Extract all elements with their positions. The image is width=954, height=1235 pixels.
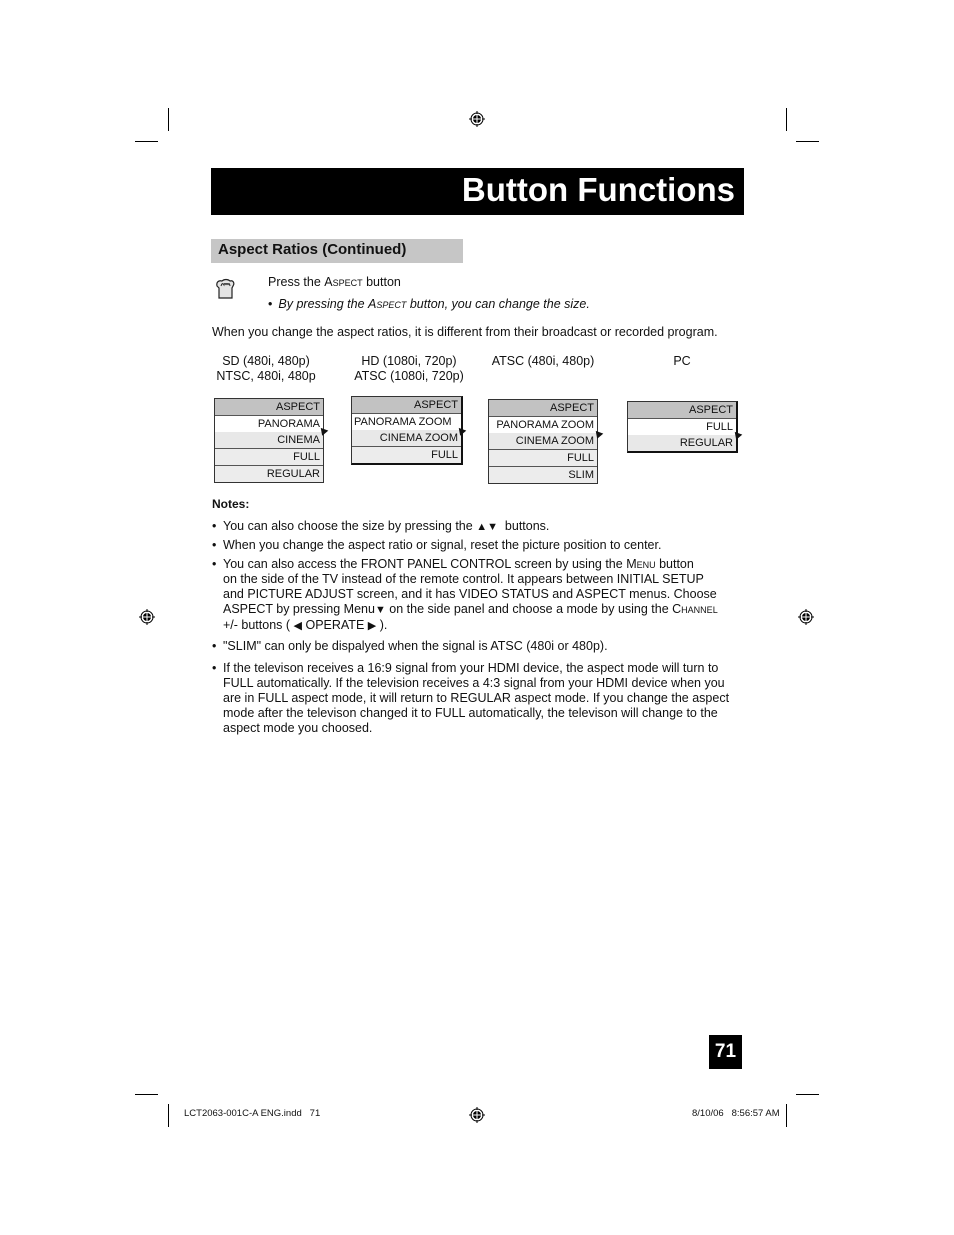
hand-press-icon (216, 278, 235, 299)
menu-item[interactable]: PANORAMA (215, 415, 323, 432)
crop-mark (786, 1104, 787, 1127)
aspect-menu-hd: ASPECT PANORAMA ZOOM CINEMA ZOOM FULL (351, 396, 463, 465)
page-title-bar: Button Functions (211, 168, 744, 215)
aspect-button-label: Aspect (324, 275, 363, 289)
menu-header: ASPECT (215, 399, 323, 415)
intro-paragraph: When you change the aspect ratios, it is… (212, 325, 718, 339)
press-suffix: button (362, 275, 401, 289)
caption-line: ATSC (1080i, 720p) (354, 369, 464, 383)
note-text: ASPECT by pressing Menu (223, 602, 375, 616)
note-text: aspect mode you choosed. (223, 721, 373, 735)
page-number: 71 (709, 1035, 742, 1069)
bullet: • (212, 519, 217, 533)
sub-prefix: By pressing the (278, 297, 369, 311)
note-text: mode after the televison changed it to F… (223, 706, 718, 720)
aspect-menu-pc: ASPECT FULL REGULAR (627, 401, 738, 453)
aspect-menu-atsc: ASPECT PANORAMA ZOOM CINEMA ZOOM FULL SL… (488, 399, 598, 484)
crop-mark (796, 1094, 819, 1095)
section-header: Aspect Ratios (Continued) (211, 239, 463, 263)
bullet: • (212, 661, 217, 675)
up-down-arrows-icon: ▲▼ (476, 521, 498, 533)
crop-mark (168, 108, 169, 131)
menu-item[interactable]: CINEMA (215, 432, 323, 448)
channel-button-label: Channel (672, 602, 718, 616)
caption-line: ATSC (480i, 480p) (491, 354, 595, 368)
note-text: and PICTURE ADJUST screen, and it has VI… (223, 587, 717, 601)
caption-line: SD (480i, 480p) (222, 354, 310, 368)
footer-filename: LCT2063-001C-A ENG.indd 71 (184, 1108, 321, 1119)
menu-caption-hd: HD (1080i, 720p) ATSC (1080i, 720p) (344, 354, 474, 384)
note-text: are in FULL aspect mode, it will return … (223, 691, 730, 705)
registration-mark-icon (798, 609, 814, 625)
bullet: • (212, 538, 217, 552)
menu-item[interactable]: PANORAMA ZOOM (352, 413, 461, 430)
page-title: Button Functions (461, 171, 735, 208)
menu-item[interactable]: REGULAR (215, 465, 323, 482)
menu-header: ASPECT (489, 400, 597, 416)
press-prefix: Press the (268, 275, 325, 289)
registration-mark-icon (139, 609, 155, 625)
notes-title: Notes: (212, 497, 250, 511)
registration-mark-icon (469, 1107, 485, 1123)
menu-item[interactable]: PANORAMA ZOOM (489, 416, 597, 433)
note-text: button (655, 557, 694, 571)
bullet: • (268, 297, 273, 311)
note-text: "SLIM" can only be dispalyed when the si… (223, 639, 608, 653)
down-arrow-icon: ▼ (374, 604, 386, 616)
note-text: on the side panel and choose a mode by u… (385, 602, 673, 616)
note-text: You can also choose the size by pressing… (223, 519, 477, 533)
crop-mark (796, 141, 819, 142)
aspect-button-label: Aspect (368, 297, 407, 311)
menu-header: ASPECT (352, 397, 461, 413)
aspect-menu-sd: ASPECT PANORAMA CINEMA FULL REGULAR (214, 398, 324, 483)
crop-mark (135, 141, 158, 142)
note-text: +/- buttons ( (223, 618, 294, 632)
press-instruction: Press the Aspect button (268, 275, 401, 289)
note-text: You can also access the FRONT PANEL CONT… (223, 557, 627, 571)
left-arrow-icon: ◀ (293, 620, 302, 632)
menu-caption-pc: PC (662, 354, 702, 369)
right-arrow-icon: ▶ (367, 620, 377, 632)
crop-mark (135, 1094, 158, 1095)
menu-item[interactable]: CINEMA ZOOM (352, 430, 461, 446)
note-text: FULL automatically. If the television re… (223, 676, 725, 690)
bullet: • (212, 557, 217, 571)
note-text: on the side of the TV instead of the rem… (223, 572, 704, 586)
note-text: When you change the aspect ratio or sign… (223, 538, 662, 552)
caption-line: NTSC, 480i, 480p (216, 369, 316, 383)
footer-timestamp: 8/10/06 8:56:57 AM (692, 1108, 780, 1119)
bullet: • (212, 639, 217, 653)
menu-item[interactable]: FULL (352, 446, 461, 463)
menu-item[interactable]: CINEMA ZOOM (489, 433, 597, 449)
note-text: buttons. (497, 519, 550, 533)
menu-button-label: Menu (626, 557, 656, 571)
note-text: ). (376, 618, 388, 632)
caption-line: PC (673, 354, 691, 368)
note-text: OPERATE (302, 618, 368, 632)
menu-item[interactable]: SLIM (489, 466, 597, 483)
section-title: Aspect Ratios (Continued) (218, 241, 407, 258)
caption-line: HD (1080i, 720p) (361, 354, 457, 368)
menu-caption-sd: SD (480i, 480p) NTSC, 480i, 480p (206, 354, 326, 384)
menu-caption-atsc: ATSC (480i, 480p) (483, 354, 603, 369)
crop-mark (786, 108, 787, 131)
sub-suffix: button, you can change the size. (406, 297, 590, 311)
crop-mark (168, 1104, 169, 1127)
press-sub-bullet: • By pressing the Aspect button, you can … (268, 297, 590, 311)
menu-item[interactable]: FULL (489, 449, 597, 466)
menu-header: ASPECT (628, 402, 736, 418)
menu-item[interactable]: REGULAR (628, 435, 736, 451)
registration-mark-icon (469, 111, 485, 127)
menu-item[interactable]: FULL (628, 418, 736, 435)
menu-item[interactable]: FULL (215, 448, 323, 465)
note-text: If the televison receives a 16:9 signal … (223, 661, 719, 675)
